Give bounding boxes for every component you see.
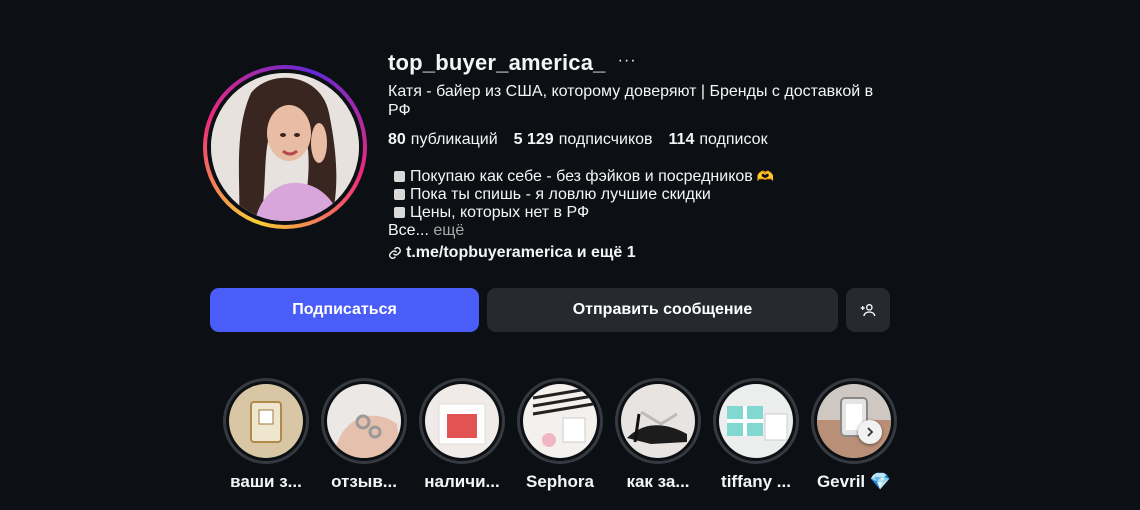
avatar-illustration xyxy=(211,73,359,221)
highlight-ring xyxy=(419,378,505,464)
highlight-gap xyxy=(226,381,306,461)
full-name: Катя - байер из США, которому доверяют |… xyxy=(388,83,874,119)
highlight-ring xyxy=(811,378,897,464)
story-highlights: ваши з... отзыв... наличи... Sephora как… xyxy=(222,378,898,492)
stat-posts-label: публикаций xyxy=(410,131,498,148)
bio-line: Все... ещё xyxy=(388,222,908,240)
profile-avatar[interactable] xyxy=(203,65,367,229)
highlight-gap xyxy=(618,381,698,461)
highlight-item[interactable]: как за... xyxy=(614,378,702,492)
highlight-label: наличи... xyxy=(424,472,500,491)
username-row: top_buyer_america_ ··· xyxy=(388,48,908,78)
highlight-item[interactable]: Sephora xyxy=(516,378,604,492)
external-link-text: t.me/topbuyeramerica и ещё 1 xyxy=(406,244,636,261)
highlight-cover xyxy=(817,384,891,458)
highlight-item[interactable]: наличи... xyxy=(418,378,506,492)
stat-following-value: 114 xyxy=(668,131,695,148)
highlight-gap xyxy=(814,381,894,461)
follow-button[interactable]: Подписаться xyxy=(210,288,479,332)
highlight-gap xyxy=(520,381,600,461)
highlight-label: Sephora xyxy=(525,472,595,491)
suggest-user-button[interactable] xyxy=(846,288,890,332)
more-options-icon[interactable]: ··· xyxy=(618,52,637,70)
stat-posts[interactable]: 80 публикаций xyxy=(388,131,498,149)
bio-more-link[interactable]: ещё xyxy=(433,222,464,239)
highlight-ring xyxy=(321,378,407,464)
bio-truncated-text: Все... xyxy=(388,222,429,239)
highlight-cover-art xyxy=(621,384,695,458)
stat-followers-value: 5 129 xyxy=(513,131,554,148)
highlight-ring xyxy=(223,378,309,464)
highlight-cover-art xyxy=(817,384,891,458)
highlight-cover xyxy=(229,384,303,458)
avatar-gap xyxy=(207,69,363,225)
bio-line: Пока ты спишь - я ловлю лучшие скидки xyxy=(388,186,908,204)
username: top_buyer_america_ xyxy=(388,50,606,75)
highlight-item[interactable]: Gevril 💎 xyxy=(810,378,898,492)
highlight-ring xyxy=(517,378,603,464)
highlight-item[interactable]: tiffany ... xyxy=(712,378,800,492)
bio-line: Цены, которых нет в РФ xyxy=(388,204,908,222)
square-bullet-icon xyxy=(394,189,405,200)
highlight-gap xyxy=(324,381,404,461)
stat-following-label: подписок xyxy=(699,131,768,148)
avatar-photo xyxy=(211,73,359,221)
chevron-right-icon[interactable] xyxy=(858,420,882,444)
stat-followers-label: подписчиков xyxy=(558,131,653,148)
profile-stats: 80 публикаций 5 129 подписчиков 114 подписо… xyxy=(388,129,908,151)
bio-line: Покупаю как себе - без фэйков и посредни… xyxy=(388,167,908,186)
highlight-ring xyxy=(713,378,799,464)
highlight-cover-art xyxy=(719,384,793,458)
highlight-cover-art xyxy=(425,384,499,458)
message-button[interactable]: Отправить сообщение xyxy=(487,288,838,332)
link-icon xyxy=(389,247,401,259)
bio-line-text: Покупаю как себе - без фэйков и посредни… xyxy=(410,168,753,185)
stat-following[interactable]: 114 подписок xyxy=(669,131,768,149)
highlight-cover xyxy=(621,384,695,458)
highlight-item[interactable]: отзыв... xyxy=(320,378,408,492)
chevron-right-glyph xyxy=(867,427,874,437)
highlight-cover xyxy=(719,384,793,458)
square-bullet-icon xyxy=(394,171,405,182)
bio-line-text: Цены, которых нет в РФ xyxy=(410,204,590,221)
highlight-item[interactable]: ваши з... xyxy=(222,378,310,492)
stat-posts-value: 80 xyxy=(388,131,406,148)
highlight-label: отзыв... xyxy=(331,472,397,491)
highlight-gap xyxy=(422,381,502,461)
highlight-cover xyxy=(425,384,499,458)
highlight-label: tiffany ... xyxy=(721,472,791,491)
bio-line-text: Пока ты спишь - я ловлю лучшие скидки xyxy=(410,186,711,203)
highlight-cover xyxy=(523,384,597,458)
bio: Покупаю как себе - без фэйков и посредни… xyxy=(388,167,908,240)
profile-header: top_buyer_america_ ··· Катя - байер из С… xyxy=(388,48,908,262)
highlight-cover-art xyxy=(327,384,401,458)
heart-hands-icon: 🫶 xyxy=(756,168,775,184)
highlight-label: Gevril 💎 xyxy=(816,472,892,491)
highlight-gap xyxy=(716,381,796,461)
add-person-icon xyxy=(860,304,876,317)
highlight-cover-art xyxy=(523,384,597,458)
square-bullet-icon xyxy=(394,207,405,218)
highlight-label: ваши з... xyxy=(230,472,302,491)
highlight-ring xyxy=(615,378,701,464)
highlight-label: как за... xyxy=(626,472,690,491)
highlight-cover xyxy=(327,384,401,458)
external-link[interactable]: t.me/topbuyeramerica и ещё 1 xyxy=(388,244,908,262)
highlight-cover-art xyxy=(229,384,303,458)
action-buttons: Подписаться Отправить сообщение xyxy=(210,288,890,332)
stat-followers[interactable]: 5 129 подписчиков xyxy=(514,131,653,149)
